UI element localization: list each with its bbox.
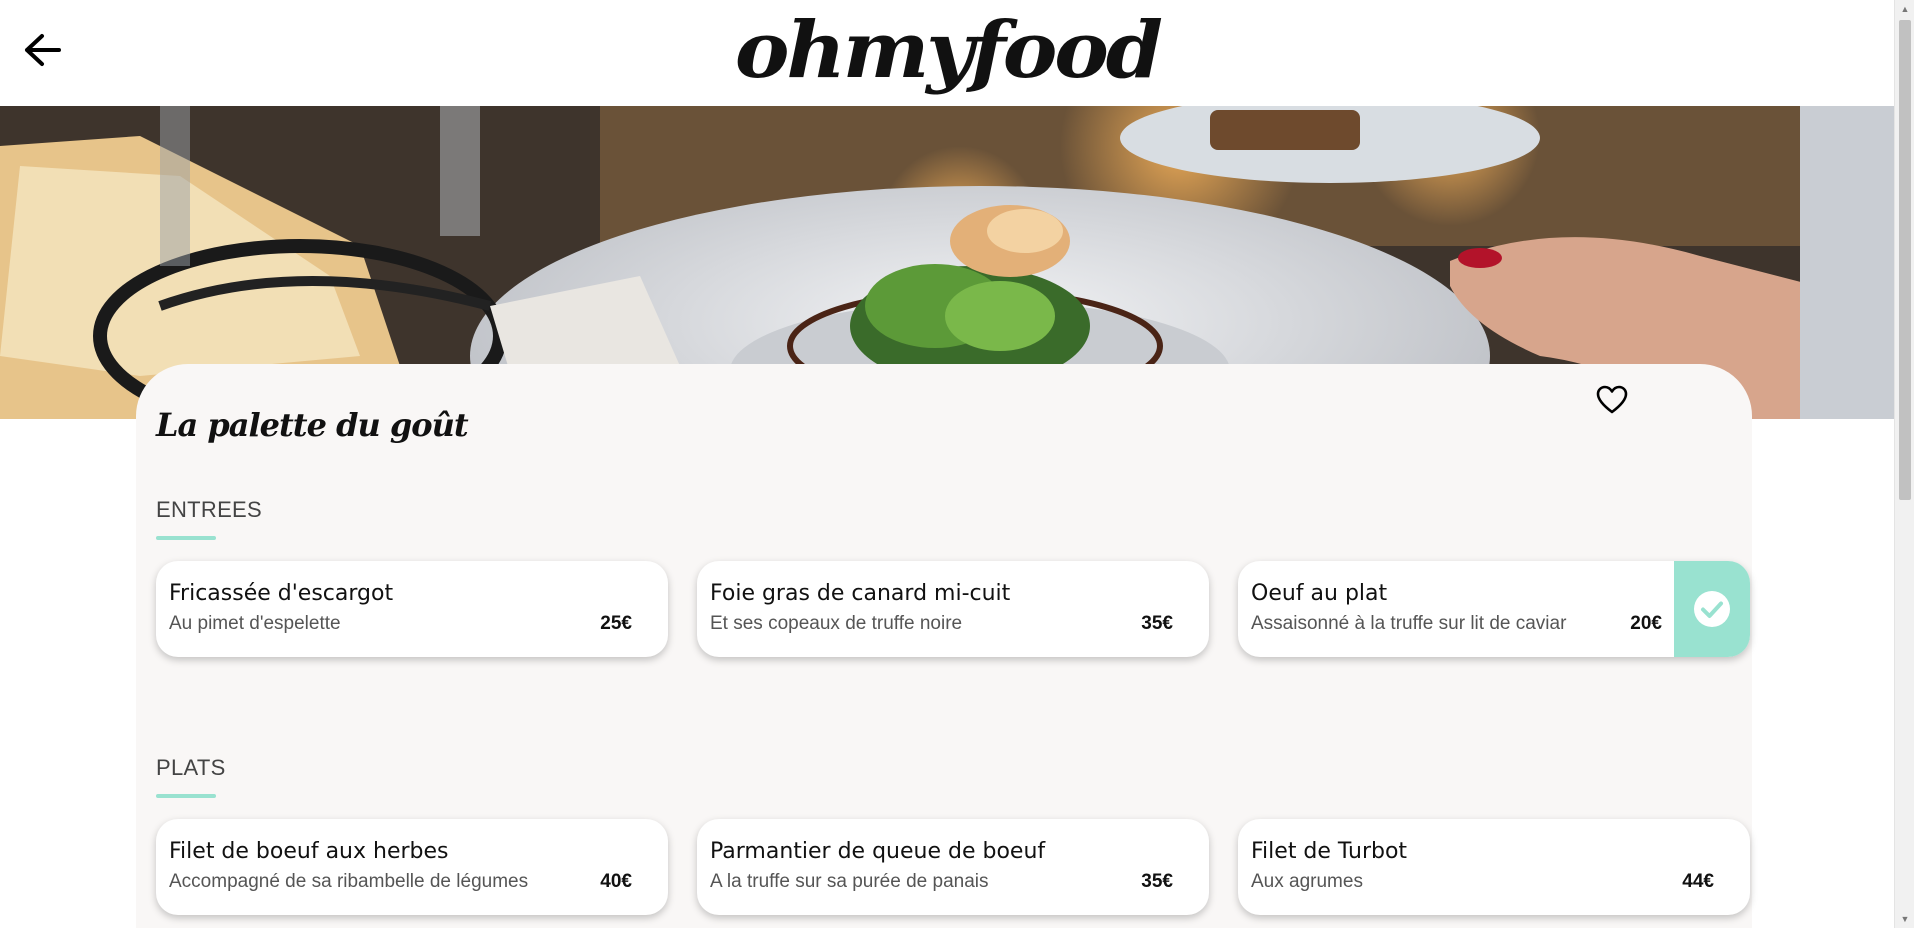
dish-card[interactable]: Foie gras de canard mi-cuit Et ses copea… [697, 561, 1209, 657]
dish-card[interactable]: Filet de Turbot Aux agrumes 44€ [1238, 819, 1750, 915]
dish-card-selected[interactable]: Oeuf au plat Assaisonné à la truffe sur … [1238, 561, 1750, 657]
dish-description: Au pimet d'espelette [169, 613, 341, 634]
dish-name: Oeuf au plat [1251, 581, 1388, 606]
dish-description: Et ses copeaux de truffe noire [710, 613, 963, 634]
dish-card[interactable]: Filet de boeuf aux herbes Accompagné de … [156, 819, 668, 915]
dish-card[interactable]: Parmantier de queue de boeuf A la truffe… [697, 819, 1209, 915]
dish-description: Assaisonné à la truffe sur lit de caviar [1251, 613, 1567, 634]
scroll-up-arrow-icon[interactable]: ▲ [1895, 0, 1914, 18]
section-title-entrees: ENTREES [156, 497, 263, 522]
header: ohmyfood [0, 0, 1894, 106]
dish-price: 44€ [1682, 871, 1714, 892]
menu-panel: La palette du goût ENTREES Fricassée d'e… [136, 364, 1752, 928]
section-underline [156, 536, 216, 540]
dish-name: Fricassée d'escargot [169, 581, 394, 606]
dish-description: Aux agrumes [1251, 871, 1363, 892]
dish-name: Foie gras de canard mi-cuit [710, 581, 1011, 606]
back-button[interactable] [18, 26, 66, 74]
dish-price: 40€ [600, 871, 632, 892]
dish-price: 20€ [1630, 613, 1662, 634]
scrollbar-thumb[interactable] [1899, 20, 1911, 500]
restaurant-title: La palette du goût [156, 406, 469, 444]
dish-card[interactable]: Fricassée d'escargot Au pimet d'espelett… [156, 561, 668, 657]
dish-description: Accompagné de sa ribambelle de légumes [169, 871, 529, 892]
scrollbar[interactable]: ▲ ▼ [1894, 0, 1914, 928]
selected-check-panel [1674, 561, 1750, 657]
dish-name: Filet de boeuf aux herbes [169, 839, 449, 864]
logo[interactable]: ohmyfood [735, 5, 1163, 96]
dish-price: 35€ [1141, 871, 1173, 892]
dish-price: 25€ [600, 613, 632, 634]
dish-name: Filet de Turbot [1251, 839, 1408, 864]
arrow-left-icon [25, 34, 61, 66]
check-circle-icon [1694, 591, 1730, 627]
scroll-down-arrow-icon[interactable]: ▼ [1895, 910, 1914, 928]
favorite-button[interactable] [1594, 382, 1630, 418]
dish-price: 35€ [1141, 613, 1173, 634]
section-underline [156, 794, 216, 798]
heart-icon [1596, 385, 1628, 414]
section-title-plats: PLATS [156, 755, 226, 780]
dish-description: A la truffe sur sa purée de panais [710, 871, 989, 892]
dish-name: Parmantier de queue de boeuf [710, 839, 1046, 864]
